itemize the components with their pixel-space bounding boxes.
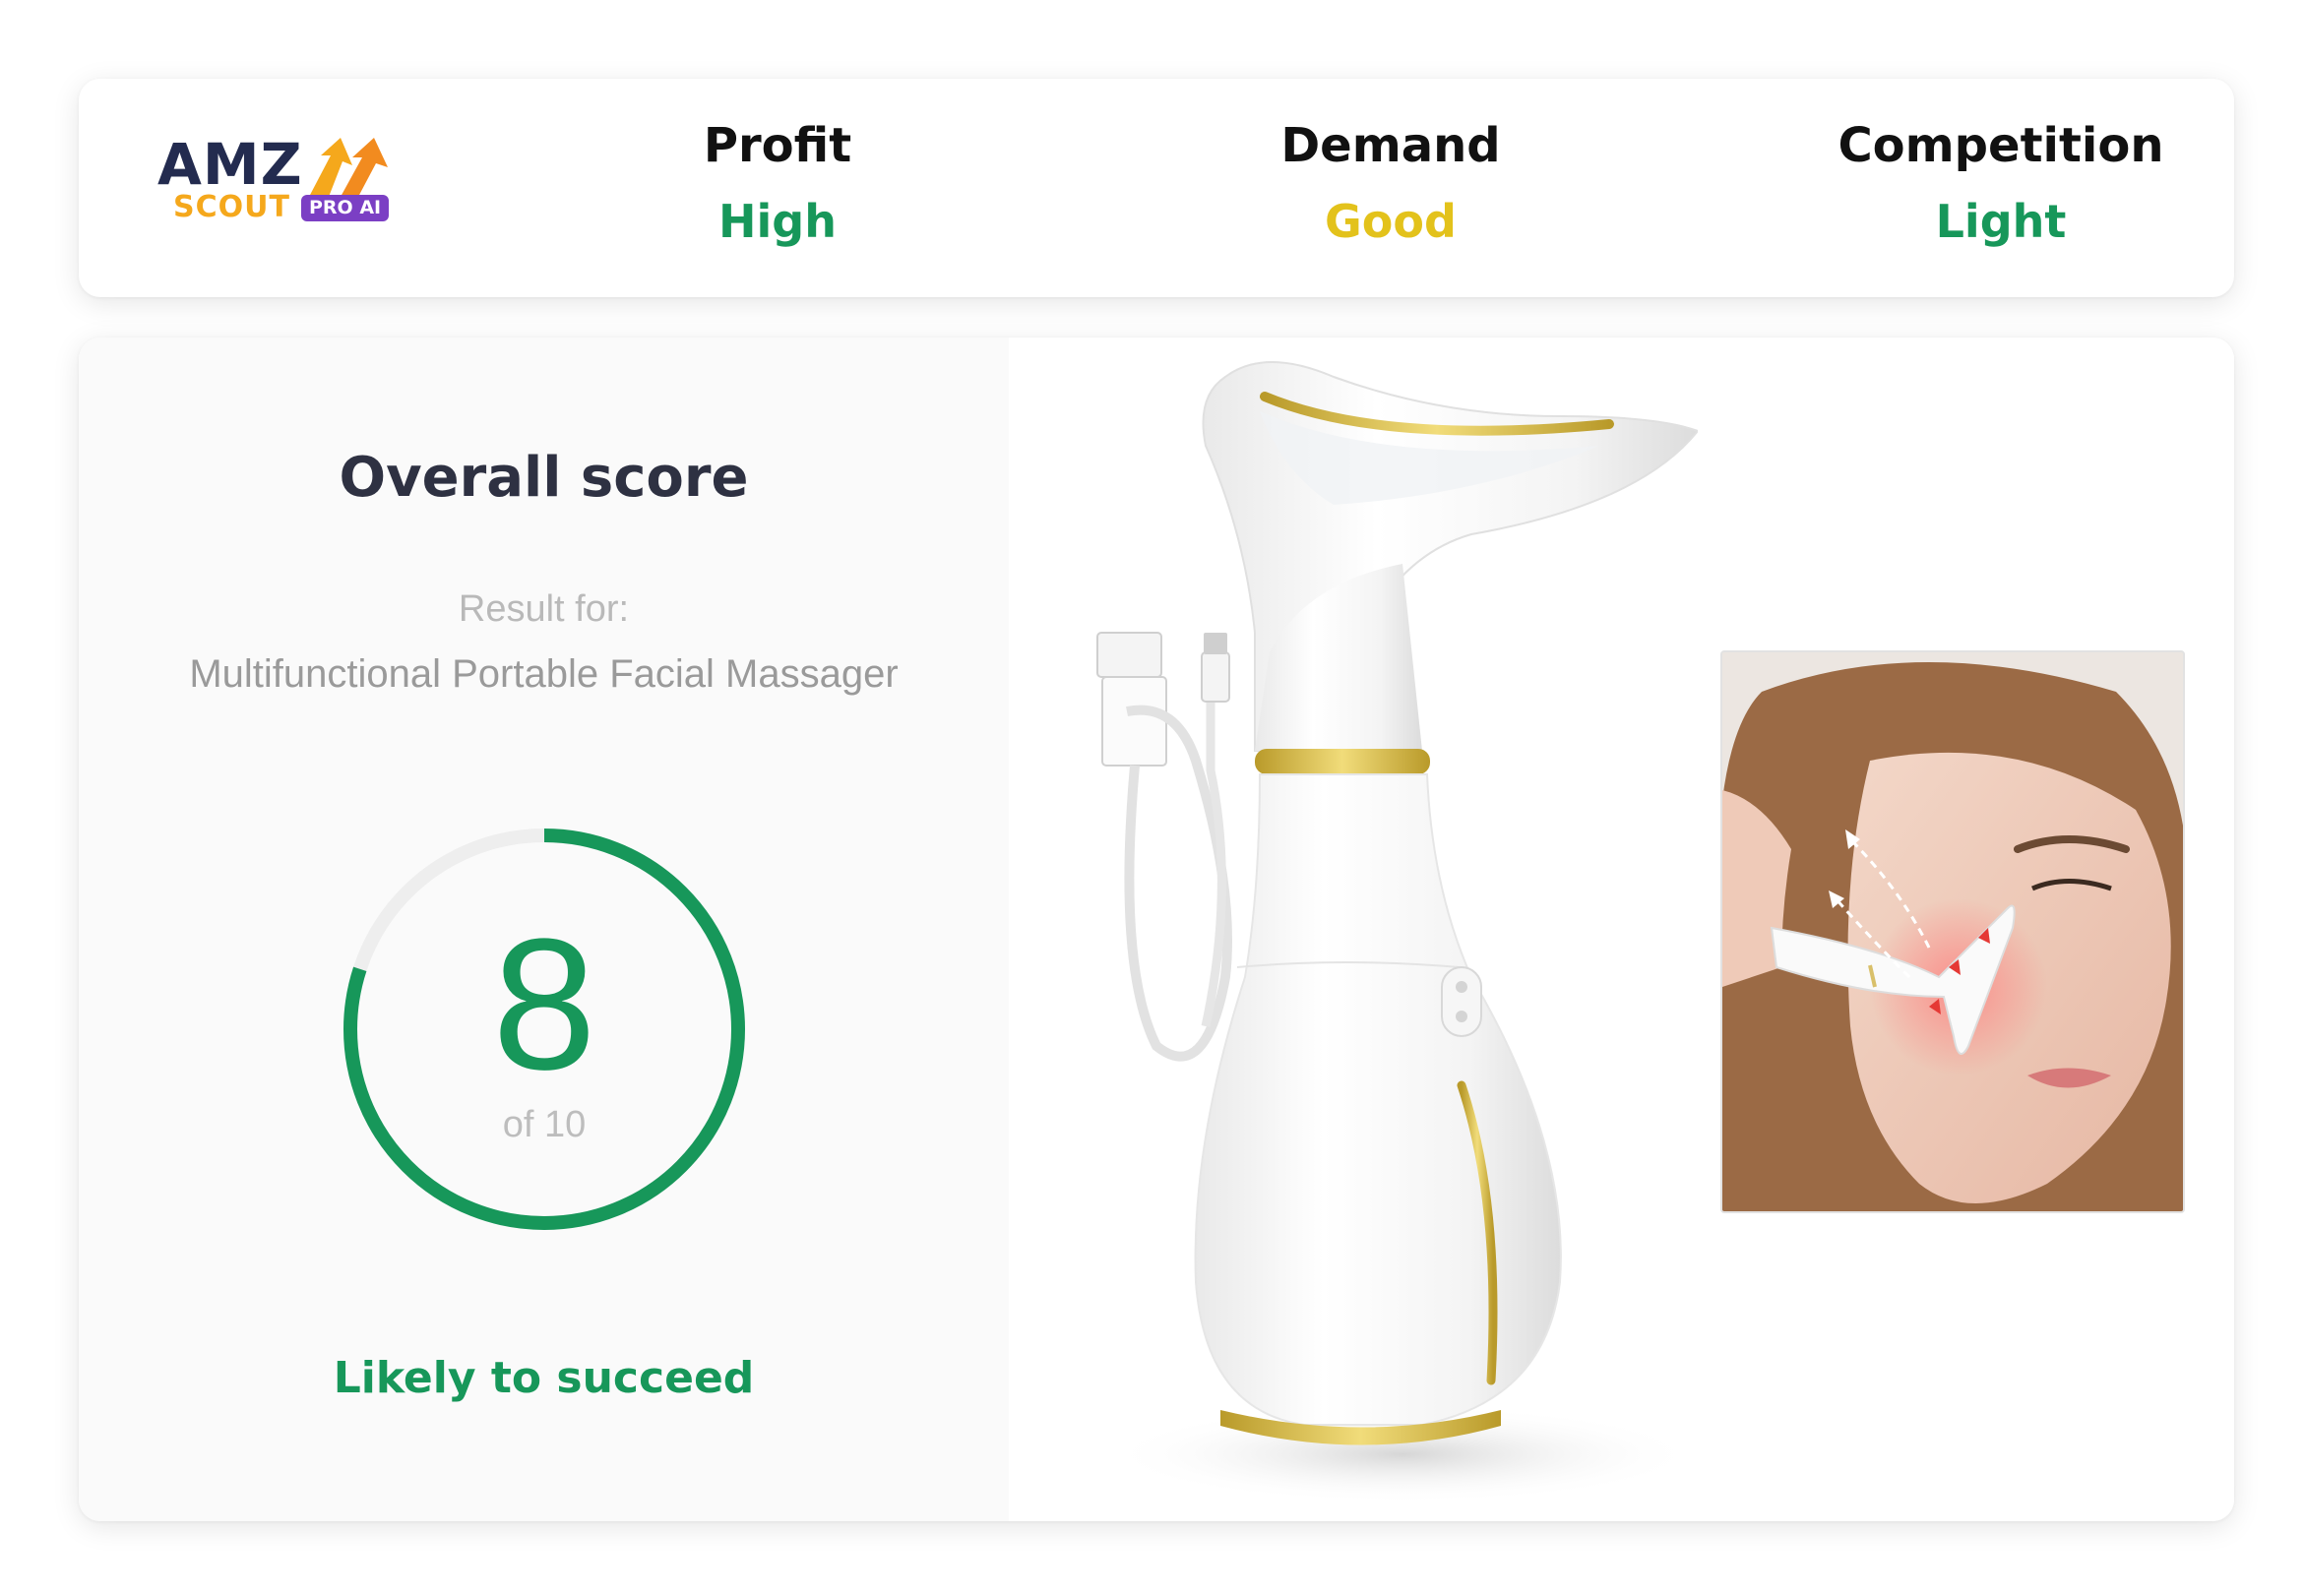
summary-card: AMZ SCOUT PRO AI Profit High Demand Good…	[79, 79, 2234, 297]
metric-competition: Competition Light	[1794, 118, 2208, 249]
product-image-panel	[1009, 338, 2234, 1521]
score-panel: Overall score Result for: Multifunctiona…	[79, 338, 1009, 1521]
metric-profit: Profit High	[571, 118, 984, 249]
metric-value: Good	[1325, 194, 1457, 248]
result-for-label: Result for:	[458, 588, 630, 630]
overall-score-title: Overall score	[339, 446, 749, 510]
logo-pro-ai-badge: PRO AI	[301, 195, 390, 221]
score-value: 8	[492, 900, 596, 1109]
product-name: Multifunctional Portable Facial Massager	[189, 652, 899, 696]
score-gauge: 8 of 10	[338, 823, 751, 1236]
logo-scout-text: SCOUT	[173, 190, 290, 224]
metric-value: High	[718, 194, 837, 248]
metric-demand: Demand Good	[1184, 118, 1597, 249]
metric-title: Demand	[1280, 118, 1501, 173]
metric-title: Profit	[703, 118, 852, 173]
metric-title: Competition	[1838, 118, 2164, 173]
logo-amz-text: AMZ	[157, 131, 303, 198]
amzscout-logo: AMZ SCOUT PRO AI	[157, 136, 413, 244]
verdict-text: Likely to succeed	[333, 1353, 755, 1403]
product-image	[1096, 361, 1698, 1504]
logo-arrows-icon	[309, 138, 388, 197]
score-card: Overall score Result for: Multifunctiona…	[79, 338, 2234, 1521]
score-out-of: of 10	[502, 1104, 587, 1145]
metric-value: Light	[1935, 194, 2067, 248]
model-using-massager-photo	[1720, 650, 2185, 1213]
